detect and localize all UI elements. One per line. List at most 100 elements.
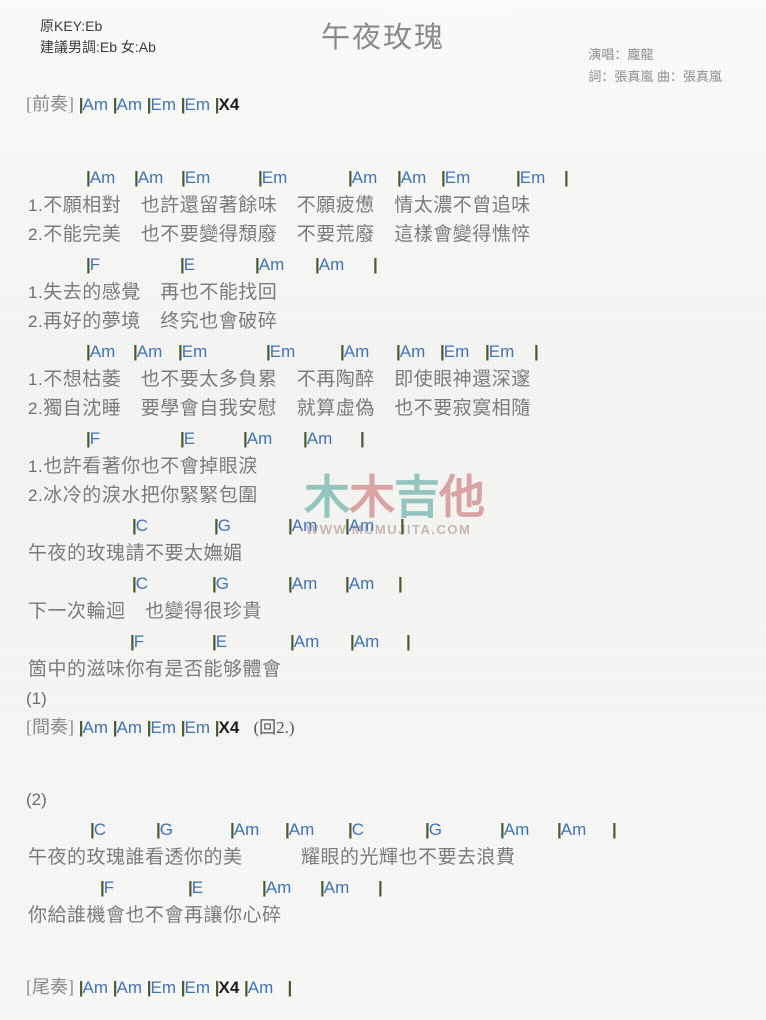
bar-line: | (396, 342, 401, 361)
chord-am: |Am (350, 632, 380, 651)
chord-am: |Am (285, 820, 315, 839)
lyric-line: 你給誰機會也不會再讓你心碎 (0, 903, 766, 932)
chord-em: |Em (516, 168, 546, 187)
chord-am: |Am (134, 168, 164, 187)
chord-line: |F |E |Am |Am | (0, 251, 766, 280)
bar-line: | (360, 429, 365, 448)
bar-line: | (350, 632, 355, 651)
verse-blocks: |Am |Am |Em |Em |Am |Am |Em |Em | 1.不願相對 也許還留著餘味 … (0, 164, 766, 686)
bar-line: | (180, 95, 186, 114)
lyric-text: 箇中的滋味你有是否能够體會 (28, 659, 282, 680)
chord-c: |C (132, 516, 149, 535)
lyric-verse-number: 2. (28, 399, 44, 418)
lyric-line: 午夜的玫瑰請不要太嫵媚 (0, 541, 766, 570)
chord-em: |Em (178, 342, 208, 361)
section-interlude-chords: |Am |Am |Em |Em |X4 (回2.) (78, 718, 295, 737)
section-outro: [尾奏] |Am |Am |Em |Em |X4 |Am | (0, 975, 766, 1004)
bar-line: | (398, 574, 403, 593)
chord-g: |G (212, 574, 229, 593)
chord-am: |Am (345, 574, 375, 593)
bar-line: | (244, 978, 249, 997)
bar-line: | (303, 429, 308, 448)
bar-line: | (320, 878, 325, 897)
lyric-text: 冰冷的淚水把你緊緊包圍 (43, 485, 258, 506)
bar-line: | (212, 574, 217, 593)
bar-line: | (178, 342, 183, 361)
bar-line: | (78, 978, 84, 997)
chord-c: |C (348, 820, 365, 839)
bar-line: | (378, 878, 383, 897)
section-interlude: [間奏] |Am |Am |Em |Em |X4 (回2.) (0, 715, 766, 744)
chord-line: |F |E |Am |Am | (0, 874, 766, 903)
chord-em: |Em (181, 168, 211, 187)
bar-line: | (180, 718, 186, 737)
chord-g: |G (214, 516, 231, 535)
bar-line: | (397, 168, 402, 187)
verse-blocks-second: |C |G |Am |Am |C |G |Am |Am | 午夜的玫瑰誰看透你的美 耀眼的光輝也不… (0, 816, 766, 932)
chord-am: |Am (340, 342, 370, 361)
chord-am: |Am (230, 820, 260, 839)
lyric-text: 午夜的玫瑰請不要太嫵媚 (28, 543, 243, 564)
chord-am: |Am (133, 342, 163, 361)
lyric-text: 下一次輪迴 也變得很珍貴 (28, 601, 263, 622)
bar-line: | (230, 820, 235, 839)
bar-line: | (86, 255, 91, 274)
bar-line: | (400, 516, 405, 535)
lyric-text: 不願相對 也許還留著餘味 不願疲憊 情太濃不曾追味 (43, 195, 531, 216)
bar-line: | (340, 342, 345, 361)
lyric-line: 1.失去的感覺 再也不能找回 (0, 280, 766, 309)
bar-line: | (612, 819, 617, 840)
chord-f: |F (130, 632, 145, 651)
bar-line: | (134, 168, 139, 187)
marker-one: (1) (26, 689, 47, 708)
bar-line: | (132, 516, 137, 535)
bar-line: | (287, 978, 292, 997)
credits-block: 演唱：龐龍 詞：張真嵐 曲：張真嵐 (588, 44, 722, 88)
bar-line: | (86, 342, 91, 361)
bar-line: | (290, 632, 295, 651)
chord-am: |Am (288, 516, 318, 535)
chord-am: |Am (255, 255, 285, 274)
lyric-text: 不能完美 也不要變得頹廢 不要荒廢 這樣會變得憔悴 (43, 224, 531, 245)
bar-line: | (406, 632, 411, 651)
bar-line: | (90, 820, 95, 839)
chord-am: |Am (396, 342, 426, 361)
bar-line: | (112, 718, 118, 737)
bar-line: | (406, 631, 411, 652)
bar-line: | (181, 168, 186, 187)
bar-line: | (188, 878, 193, 897)
bar-line: | (180, 255, 185, 274)
bar-line: | (78, 718, 84, 737)
singer-credit: 演唱：龐龍 (588, 47, 654, 62)
bar-line: | (398, 573, 403, 594)
bar-line: | (534, 342, 539, 361)
bar-line: | (564, 167, 569, 188)
lyric-verse-number: 2. (28, 225, 44, 244)
chord-am: |Am (500, 820, 530, 839)
chord-f: |F (100, 878, 115, 897)
bar-line: | (180, 978, 186, 997)
lyric-line: 下一次輪迴 也變得很珍貴 (0, 599, 766, 628)
chord-f: |F (86, 429, 101, 448)
lyric-text: 再好的夢境 终究也會破碎 (43, 311, 278, 332)
lyric-line: 2.獨自沈睡 要學會自我安慰 就算虛偽 也不要寂寞相隨 (0, 396, 766, 425)
chord-c: |C (132, 574, 149, 593)
section-intro-chords: |Am |Am |Em |Em |X4 (78, 95, 240, 114)
chord-f: |F (86, 255, 101, 274)
lyric-line: 1.也許看著你也不會掉眼淚 (0, 454, 766, 483)
bar-line: | (78, 95, 84, 114)
chord-am: |Am (320, 878, 350, 897)
lyric-verse-number: 1. (28, 196, 44, 215)
chord-e: |E (180, 255, 196, 274)
bar-line: | (285, 820, 290, 839)
chord-am: |Am (397, 168, 427, 187)
bar-line: | (500, 820, 505, 839)
bar-line: | (485, 342, 490, 361)
chord-am: |Am (557, 820, 587, 839)
bar-line: | (130, 632, 135, 651)
bar-line: | (214, 95, 220, 114)
bar-line: | (360, 428, 365, 449)
bar-line: | (557, 820, 562, 839)
bar-line: | (132, 574, 137, 593)
lyric-verse-number: 1. (28, 457, 44, 476)
